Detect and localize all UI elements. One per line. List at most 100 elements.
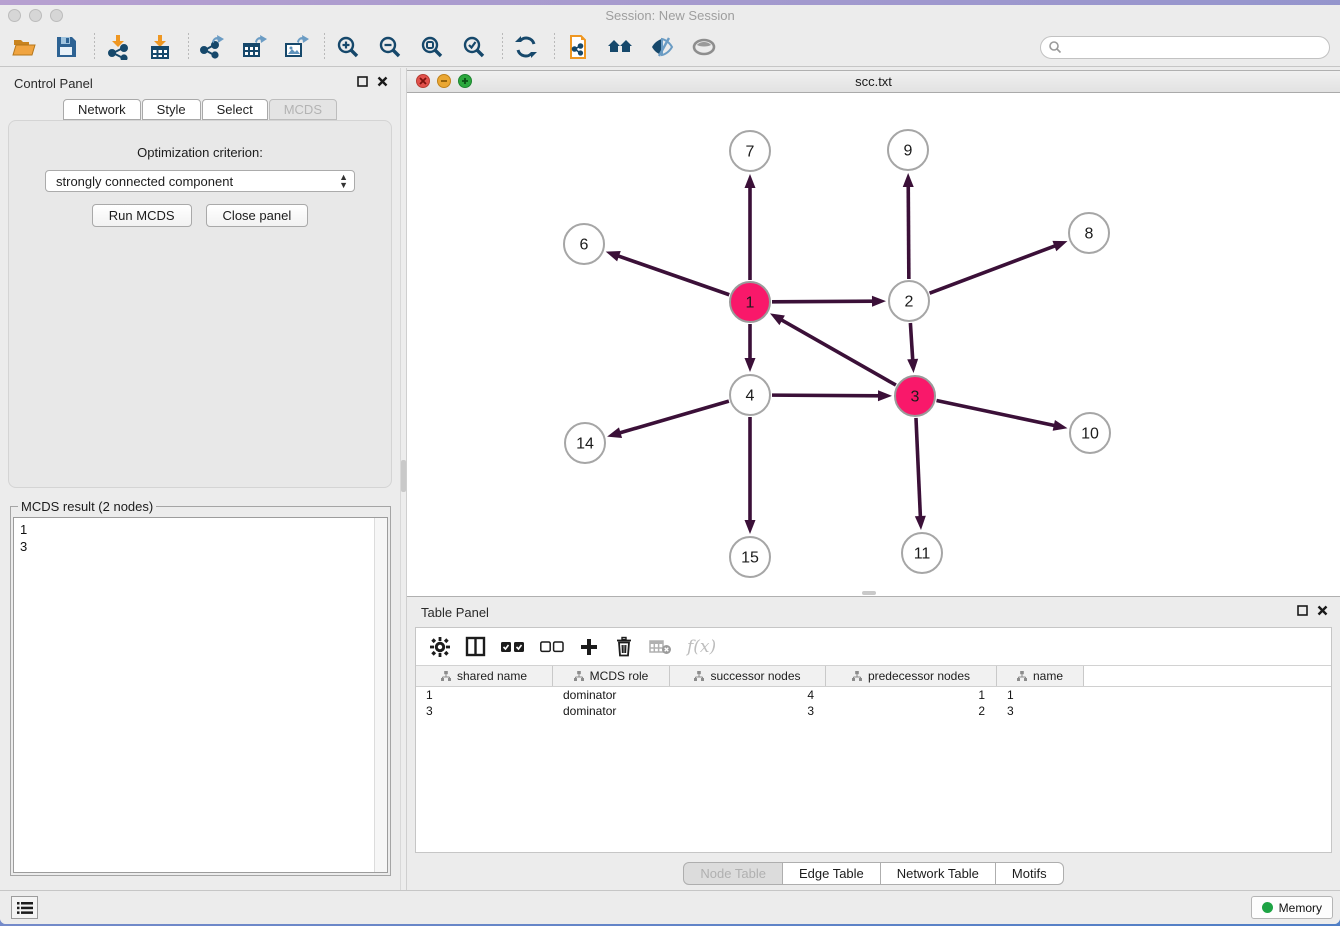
graph-edge-3-1[interactable]	[780, 319, 896, 385]
graph-node-8[interactable]: 8	[1069, 213, 1109, 253]
function-builder-icon[interactable]: f(x)	[687, 637, 716, 657]
graph-edge-4-3[interactable]	[772, 395, 881, 396]
tab-node-table[interactable]: Node Table	[683, 862, 783, 885]
memory-label: Memory	[1279, 901, 1322, 915]
tab-select[interactable]: Select	[202, 99, 268, 120]
cell-MCDS-role[interactable]: dominator	[553, 703, 670, 719]
panel-splitter[interactable]	[400, 68, 407, 890]
memory-button[interactable]: Memory	[1251, 896, 1333, 919]
zoom-out-icon[interactable]	[374, 31, 406, 63]
graph-edge-1-6[interactable]	[616, 255, 729, 295]
export-network-icon[interactable]	[196, 31, 228, 63]
add-column-icon[interactable]	[579, 637, 599, 657]
birdseye-view-icon[interactable]	[688, 31, 720, 63]
status-bar: Memory	[0, 890, 1340, 924]
graph-edge-4-14[interactable]	[618, 401, 729, 433]
canvas-hscroll-thumb[interactable]	[862, 591, 876, 595]
optimization-select[interactable]: strongly connected component ▲▼	[45, 170, 355, 192]
export-table-icon[interactable]	[238, 31, 270, 63]
network-title: scc.txt	[407, 74, 1340, 89]
tab-motifs[interactable]: Motifs	[996, 862, 1064, 885]
splitter-handle[interactable]	[401, 460, 406, 492]
network-window: scc.txt 7 9 6 8 1 2 4 3 14 10 15 11	[407, 70, 1340, 597]
graph-edge-2-9[interactable]	[908, 184, 909, 279]
graph-edge-3-10[interactable]	[937, 401, 1057, 426]
duplicate-network-icon[interactable]	[562, 31, 594, 63]
graph-node-6[interactable]: 6	[564, 224, 604, 264]
column-header-shared-name[interactable]: shared name	[416, 666, 553, 686]
import-network-icon[interactable]	[102, 31, 134, 63]
cell-predecessor-nodes[interactable]: 2	[826, 703, 997, 719]
cell-predecessor-nodes[interactable]: 1	[826, 687, 997, 703]
graph-node-7[interactable]: 7	[730, 131, 770, 171]
close-panel-button[interactable]: Close panel	[206, 204, 309, 227]
table-header-row: shared nameMCDS rolesuccessor nodesprede…	[416, 666, 1331, 687]
tab-network[interactable]: Network	[63, 99, 141, 120]
column-header-MCDS-role[interactable]: MCDS role	[553, 666, 670, 686]
graph-edge-3-11[interactable]	[916, 418, 921, 519]
graph-node-10[interactable]: 10	[1070, 413, 1110, 453]
column-type-icon	[441, 671, 451, 681]
table-settings-icon[interactable]	[430, 637, 450, 657]
zoom-fit-icon[interactable]	[416, 31, 448, 63]
search-input[interactable]	[1062, 38, 1329, 56]
close-panel-icon[interactable]	[377, 76, 388, 87]
graph-edge-2-8[interactable]	[930, 245, 1058, 293]
table-row[interactable]: 3dominator323	[416, 703, 1331, 719]
close-table-panel-icon[interactable]	[1317, 605, 1328, 616]
search-field[interactable]	[1040, 36, 1330, 59]
tab-mcds[interactable]: MCDS	[269, 99, 337, 120]
hide-annotations-icon[interactable]	[646, 31, 678, 63]
graph-edge-2-3[interactable]	[910, 323, 912, 362]
import-table-icon[interactable]	[144, 31, 176, 63]
deselect-all-icon[interactable]	[540, 641, 564, 653]
open-file-icon[interactable]	[8, 31, 40, 63]
cell-shared-name[interactable]: 3	[416, 703, 553, 719]
graph-node-11[interactable]: 11	[902, 533, 942, 573]
toolbar-separator	[502, 33, 503, 61]
cell-name[interactable]: 1	[997, 687, 1084, 703]
result-scrollbar[interactable]	[374, 518, 387, 872]
tab-network-table[interactable]: Network Table	[881, 862, 996, 885]
zoom-selected-icon[interactable]	[458, 31, 490, 63]
column-header-name[interactable]: name	[997, 666, 1084, 686]
delete-column-icon[interactable]	[614, 636, 634, 657]
graph-node-15[interactable]: 15	[730, 537, 770, 577]
column-header-successor-nodes[interactable]: successor nodes	[670, 666, 826, 686]
graph-node-9[interactable]: 9	[888, 130, 928, 170]
tab-edge-table[interactable]: Edge Table	[783, 862, 881, 885]
export-image-icon[interactable]	[280, 31, 312, 63]
cell-shared-name[interactable]: 1	[416, 687, 553, 703]
network-window-titlebar[interactable]: scc.txt	[407, 71, 1340, 93]
split-columns-icon[interactable]	[465, 636, 486, 657]
home-icon[interactable]	[604, 31, 636, 63]
graph-edge-1-2[interactable]	[772, 301, 875, 302]
cell-successor-nodes[interactable]: 4	[670, 687, 826, 703]
delete-table-icon[interactable]	[649, 639, 672, 655]
select-all-icon[interactable]	[501, 641, 525, 653]
column-header-predecessor-nodes[interactable]: predecessor nodes	[826, 666, 997, 686]
window-title: Session: New Session	[0, 8, 1340, 23]
graph-node-1[interactable]: 1	[730, 282, 770, 322]
column-type-icon	[574, 671, 584, 681]
tab-style[interactable]: Style	[142, 99, 201, 120]
graph-node-2[interactable]: 2	[889, 281, 929, 321]
toolbar-separator	[554, 33, 555, 61]
refresh-icon[interactable]	[510, 31, 542, 63]
network-canvas[interactable]: 7 9 6 8 1 2 4 3 14 10 15 11	[407, 93, 1340, 596]
cell-MCDS-role[interactable]: dominator	[553, 687, 670, 703]
graph-node-14[interactable]: 14	[565, 423, 605, 463]
zoom-in-icon[interactable]	[332, 31, 364, 63]
graph-node-3[interactable]: 3	[895, 376, 935, 416]
table-row[interactable]: 1dominator411	[416, 687, 1331, 703]
run-mcds-button[interactable]: Run MCDS	[92, 204, 192, 227]
float-table-panel-icon[interactable]	[1297, 605, 1308, 616]
task-history-button[interactable]	[11, 896, 38, 919]
cell-name[interactable]: 3	[997, 703, 1084, 719]
mcds-result-box[interactable]: 1 3	[13, 517, 388, 873]
cell-successor-nodes[interactable]: 3	[670, 703, 826, 719]
control-panel-tabs: NetworkStyleSelectMCDS	[0, 99, 400, 120]
float-panel-icon[interactable]	[357, 76, 368, 87]
graph-node-4[interactable]: 4	[730, 375, 770, 415]
save-session-icon[interactable]	[50, 31, 82, 63]
